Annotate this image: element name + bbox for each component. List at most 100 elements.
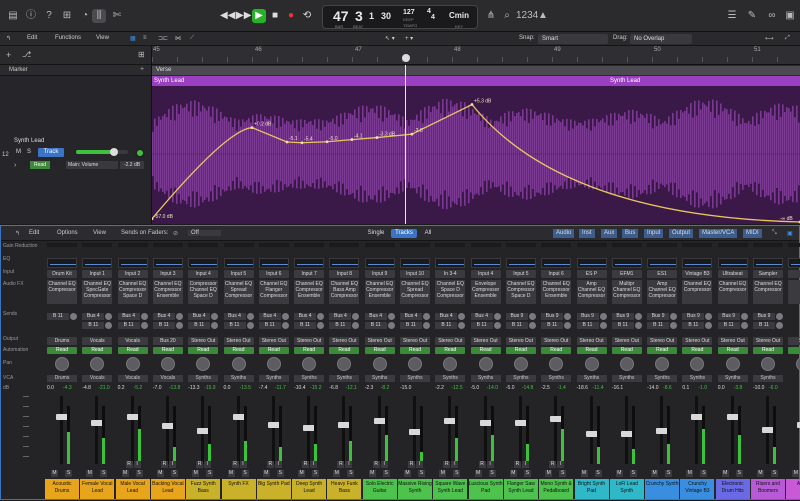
pan-knob[interactable]: [160, 357, 175, 371]
tab-tracks[interactable]: Tracks: [391, 229, 417, 238]
pan-knob[interactable]: [125, 357, 140, 371]
send-level-knob[interactable]: [352, 322, 360, 329]
output-slot[interactable]: Stereo Out: [541, 337, 572, 345]
output-slot[interactable]: Stereo Out: [682, 337, 713, 345]
send-slot[interactable]: Bus 4: [117, 313, 140, 320]
channel-name[interactable]: Electronic Drum Hits: [715, 479, 750, 499]
audio-fx-plugin[interactable]: Ensemble: [541, 293, 571, 299]
automation-mode-button[interactable]: Read: [47, 347, 77, 354]
send-level-knob[interactable]: [458, 313, 466, 320]
list-view-icon[interactable]: ≡: [143, 35, 147, 41]
automation-node[interactable]: [250, 126, 254, 130]
pan-knob[interactable]: [690, 357, 705, 371]
vca-slot[interactable]: Drums: [47, 375, 77, 382]
pan-knob[interactable]: [584, 357, 599, 371]
mute-button[interactable]: M: [545, 470, 553, 477]
record-icon[interactable]: ●: [284, 9, 298, 23]
audio-fx-plugin[interactable]: Space D: [506, 293, 536, 299]
solo-button[interactable]: S: [488, 470, 496, 477]
automation-mode-button[interactable]: Read: [152, 347, 183, 354]
filter-aux[interactable]: Aux: [601, 229, 618, 238]
automation-mode-button[interactable]: Read: [117, 347, 148, 354]
pan-knob[interactable]: [549, 357, 564, 371]
back-icon[interactable]: ↰: [6, 35, 11, 42]
channel-name[interactable]: Risers and Boomers: [751, 479, 785, 499]
input-monitor-button[interactable]: I: [521, 461, 529, 468]
record-enable-button[interactable]: R: [408, 461, 415, 468]
output-slot[interactable]: Stereo Out: [611, 337, 642, 345]
eq-thumbnail[interactable]: [117, 258, 148, 268]
send-level-knob[interactable]: [387, 313, 395, 320]
rewind-icon[interactable]: ◀◀: [220, 9, 235, 23]
replace-icon[interactable]: ⌕: [500, 9, 514, 23]
eq-thumbnail[interactable]: [541, 258, 572, 268]
record-enable-button[interactable]: R: [196, 461, 204, 468]
audio-fx-slot[interactable]: Channel EQ SpecGate Compressor: [82, 280, 113, 304]
view-menu[interactable]: View: [96, 35, 109, 41]
automation-mode-button[interactable]: Read: [576, 347, 607, 354]
record-enable-button[interactable]: R: [549, 461, 557, 468]
inspector-icon[interactable]: ⓘ: [24, 9, 38, 23]
vca-slot[interactable]: Synths: [611, 375, 642, 382]
output-slot[interactable]: Stereo Out: [753, 337, 783, 345]
automation-value[interactable]: -2.2 dB: [120, 161, 144, 169]
mute-button[interactable]: M: [262, 470, 270, 477]
audio-fx-slot[interactable]: Channel EQ Compressor Ensemble: [364, 280, 395, 304]
send-level-knob[interactable]: [493, 313, 501, 320]
send-level-knob[interactable]: [140, 313, 148, 320]
automation-param-select[interactable]: Main: Volume: [66, 161, 118, 169]
eq-thumbnail[interactable]: [435, 258, 466, 268]
record-enable-button[interactable]: R: [513, 461, 521, 468]
pan-knob[interactable]: [55, 357, 69, 371]
send-slot[interactable]: Bus 9: [717, 313, 740, 320]
vca-slot[interactable]: Vocals: [82, 375, 113, 382]
pan-knob[interactable]: [408, 357, 422, 371]
send-slot[interactable]: B 11: [329, 322, 352, 329]
disclosure-icon[interactable]: ›: [14, 162, 16, 169]
output-slot[interactable]: Vocals: [117, 337, 148, 345]
send-level-knob[interactable]: [281, 322, 289, 329]
audio-fx-plugin[interactable]: Compressor: [435, 293, 465, 299]
vca-slot[interactable]: Synths: [647, 375, 678, 382]
input-monitor-button[interactable]: I: [380, 461, 388, 468]
channel-name[interactable]: Square Wave Synth Lead: [433, 479, 468, 499]
send-level-knob[interactable]: [70, 313, 77, 320]
input-slot[interactable]: Input 10: [400, 270, 430, 278]
marker-verse[interactable]: Verse: [152, 66, 800, 75]
vca-slot[interactable]: Synths: [505, 375, 536, 382]
solo-button[interactable]: S: [771, 470, 778, 477]
send-slot[interactable]: Bus 9: [753, 313, 775, 320]
pan-knob[interactable]: [725, 357, 740, 371]
channel-name[interactable]: Analo: [786, 479, 800, 499]
audio-fx-slot[interactable]: Channel EQ Spread Compressor: [400, 280, 430, 304]
channel-name[interactable]: Deep Synth Lead: [292, 479, 327, 499]
volume-value[interactable]: -5.0: [471, 385, 480, 391]
automation-node[interactable]: [470, 103, 474, 106]
automation-mode-button[interactable]: Read: [647, 347, 678, 354]
vca-slot[interactable]: Synths: [576, 375, 607, 382]
pan-knob[interactable]: [761, 357, 775, 371]
lcd-display[interactable]: 47 3 BAR BEAT 1 30 127 KEEP TEMPO 4 4 Cm…: [322, 5, 478, 29]
metronome-icon[interactable]: ▲: [536, 9, 550, 23]
send-level-knob[interactable]: [776, 322, 783, 329]
filter-output[interactable]: Output: [669, 229, 694, 238]
automation-mode-button[interactable]: Read: [753, 347, 783, 354]
eq-thumbnail[interactable]: [505, 258, 536, 268]
vca-slot[interactable]: Synths: [329, 375, 360, 382]
solo-button[interactable]: S: [347, 470, 355, 477]
list-editors-icon[interactable]: ☰: [725, 9, 739, 23]
send-slot[interactable]: Bus 4: [329, 313, 352, 320]
send-level-knob[interactable]: [599, 313, 607, 320]
channel-name[interactable]: Luscious Synth Pad: [468, 479, 503, 499]
input-monitor-button[interactable]: I: [486, 461, 494, 468]
record-enable-button[interactable]: R: [266, 461, 274, 468]
input-monitor-button[interactable]: I: [345, 461, 353, 468]
automation-mode-button[interactable]: Read: [82, 347, 113, 354]
audio-fx-slot[interactable]: Multipr Channel EQ Compressor: [611, 280, 642, 304]
send-level-knob[interactable]: [528, 313, 536, 320]
send-level-knob[interactable]: [740, 313, 748, 320]
eq-thumbnail[interactable]: [788, 258, 800, 268]
volume-value[interactable]: -2.5: [541, 385, 550, 391]
send-level-knob[interactable]: [528, 322, 536, 329]
input-slot[interactable]: Input 5: [505, 270, 536, 278]
